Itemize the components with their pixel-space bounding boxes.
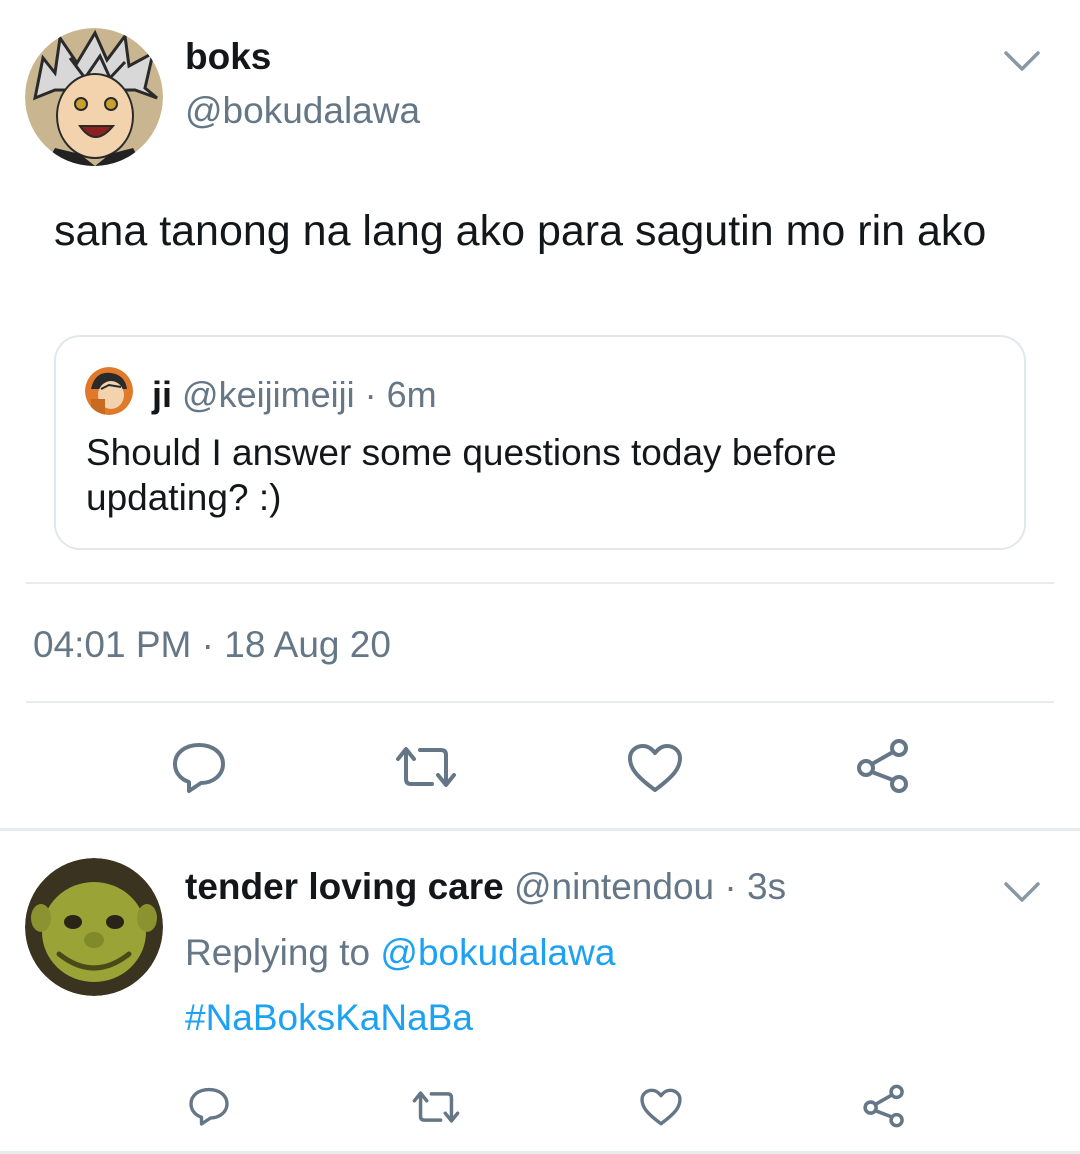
- replying-to-line: Replying to @bokudalawa: [185, 932, 615, 974]
- quoted-time: 6m: [386, 374, 437, 415]
- like-icon[interactable]: [626, 742, 684, 794]
- main-display-name[interactable]: boks: [185, 36, 271, 78]
- share-icon[interactable]: [862, 1084, 906, 1128]
- reply-icon[interactable]: [171, 741, 227, 793]
- thread-separator: [0, 828, 1080, 831]
- quoted-header: ji @keijimeiji · 6m: [152, 374, 437, 416]
- main-avatar[interactable]: [25, 28, 163, 166]
- chevron-down-icon[interactable]: [1002, 45, 1042, 75]
- reply-handle[interactable]: @nintendou: [514, 866, 714, 907]
- quoted-separator: ·: [364, 374, 377, 415]
- divider-above-timestamp: [26, 582, 1054, 584]
- quoted-avatar: [85, 367, 133, 415]
- hashtag-link[interactable]: #NaBoksKaNaBa: [185, 997, 473, 1039]
- share-icon[interactable]: [855, 738, 911, 794]
- replying-to-label: Replying to: [185, 932, 371, 973]
- reply-icon[interactable]: [188, 1086, 230, 1126]
- like-icon[interactable]: [639, 1087, 683, 1127]
- reply-time: 3s: [747, 866, 787, 907]
- replying-to-handle[interactable]: @bokudalawa: [380, 932, 615, 973]
- reply-separator: ·: [724, 866, 737, 907]
- divider-above-actions: [26, 701, 1054, 703]
- reply-display-name[interactable]: tender loving care: [185, 866, 504, 907]
- retweet-icon[interactable]: [394, 745, 458, 789]
- quoted-handle[interactable]: @keijimeiji: [182, 374, 355, 415]
- quoted-display-name[interactable]: ji: [152, 374, 172, 415]
- chevron-down-icon[interactable]: [1002, 876, 1042, 906]
- retweet-icon[interactable]: [411, 1090, 461, 1124]
- reply-header: tender loving care @nintendou · 3s: [185, 866, 786, 908]
- main-handle[interactable]: @bokudalawa: [185, 90, 420, 132]
- main-tweet-text: sana tanong na lang ako para sagutin mo …: [54, 207, 987, 255]
- quoted-tweet-text: Should I answer some questions today bef…: [86, 432, 837, 518]
- tweet-timestamp[interactable]: 04:01 PM · 18 Aug 20: [33, 624, 391, 666]
- reply-avatar[interactable]: [25, 858, 163, 996]
